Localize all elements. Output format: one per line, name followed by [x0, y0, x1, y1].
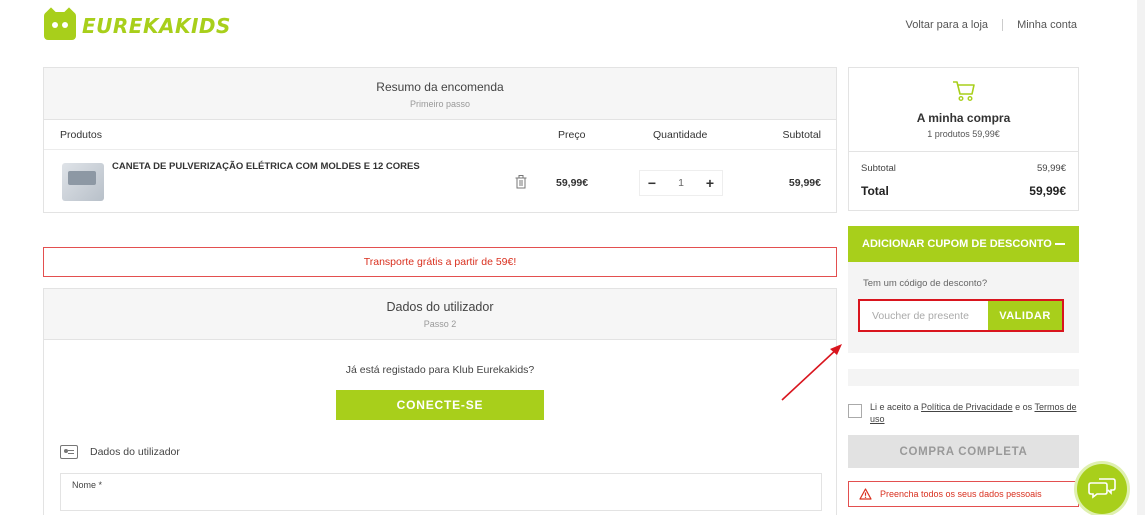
connect-button[interactable]: CONECTE-SE [336, 390, 544, 420]
top-links: Voltar para a loja Minha conta [906, 19, 1077, 31]
cart-total-line: Total 59,99€ [849, 184, 1078, 198]
user-data-panel: Dados do utilizador Passo 2 Já está regi… [43, 288, 837, 515]
name-field[interactable]: Nome * [60, 473, 822, 511]
warning-icon [859, 488, 872, 500]
coupon-question: Tem um código de desconto? [863, 278, 988, 289]
col-products: Produtos [60, 129, 103, 141]
product-price: 59,99€ [556, 177, 589, 189]
terms-text: Li e aceito a Política de Privacidade e … [870, 401, 1079, 425]
cart-subtotal-line: Subtotal 59,99€ [849, 163, 1078, 174]
logo-text: EUREKAKIDS [82, 14, 231, 38]
warning-text: Preencha todos os seus dados pessoais [880, 489, 1042, 499]
privacy-policy-link[interactable]: Política de Privacidade [921, 402, 1013, 412]
decrease-quantity-button[interactable]: − [640, 171, 664, 195]
quantity-value[interactable]: 1 [678, 177, 684, 189]
chat-button[interactable] [1077, 464, 1127, 514]
user-card-icon [60, 445, 78, 459]
chat-icon [1088, 478, 1116, 499]
divider [1002, 19, 1004, 31]
registered-question: Já está registado para Klub Eurekakids? [345, 364, 535, 376]
user-data-title: Dados do utilizador [386, 300, 494, 314]
scrollbar[interactable] [1137, 0, 1145, 515]
order-summary-header: Resumo da encomenda Primeiro passo [44, 68, 836, 120]
product-subtotal: 59,99€ [788, 177, 821, 189]
cart-summary-panel: A minha compra 1 produtos 59,99€ Subtota… [848, 67, 1079, 211]
warning-message: Preencha todos os seus dados pessoais [848, 481, 1079, 507]
order-summary-title: Resumo da encomenda [376, 80, 504, 94]
cart-subtotal-value: 59,99€ [1036, 163, 1066, 174]
increase-quantity-button[interactable]: + [698, 171, 722, 195]
col-price: Preço [558, 129, 586, 141]
user-data-section: Dados do utilizador [60, 445, 180, 459]
trash-icon[interactable] [515, 175, 527, 189]
coupon-input[interactable] [860, 301, 988, 330]
back-to-store-link[interactable]: Voltar para a loja [906, 19, 989, 31]
user-data-step: Passo 2 [423, 319, 457, 329]
order-summary-panel: Resumo da encomenda Primeiro passo Produ… [43, 67, 837, 213]
cart-summary-header: A minha compra 1 produtos 59,99€ [849, 68, 1078, 152]
my-account-link[interactable]: Minha conta [1017, 19, 1077, 31]
col-quantity: Quantidade [653, 129, 708, 141]
terms-prefix: Li e aceito a [870, 402, 922, 412]
complete-purchase-button[interactable]: COMPRA COMPLETA [848, 435, 1079, 468]
validate-button[interactable]: VALIDAR [988, 301, 1062, 330]
coupon-form: VALIDAR [858, 299, 1064, 332]
cart-subtotal-label: Subtotal [861, 163, 896, 174]
product-name[interactable]: CANETA DE PULVERIZAÇÃO ELÉTRICA COM MOLD… [112, 161, 420, 172]
logo-owl-icon [44, 7, 76, 40]
order-summary-step: Primeiro passo [409, 99, 471, 109]
annotation-arrow [781, 344, 842, 401]
cart-total-value: 59,99€ [1029, 184, 1066, 198]
cart-total-label: Total [861, 184, 889, 198]
name-label: Nome * [72, 480, 103, 490]
coupon-toggle[interactable]: ADICIONAR CUPOM DE DESCONTO [848, 226, 1079, 262]
placeholder-bar [848, 369, 1079, 386]
terms-middle: e os [1012, 402, 1035, 412]
cart-title: A minha compra [916, 111, 1011, 125]
cart-count: 1 produtos 59,99€ [927, 129, 1000, 139]
user-data-section-label: Dados do utilizador [90, 446, 180, 458]
col-subtotal: Subtotal [782, 129, 821, 141]
coupon-header-label: ADICIONAR CUPOM DE DESCONTO [862, 238, 1052, 250]
product-image[interactable] [62, 163, 104, 201]
terms-consent: Li e aceito a Política de Privacidade e … [848, 400, 1079, 425]
shipping-notice: Transporte grátis a partir de 59€! [43, 247, 837, 277]
quantity-stepper: − 1 + [639, 170, 723, 196]
coupon-panel: ADICIONAR CUPOM DE DESCONTO Tem um códig… [848, 226, 1079, 353]
terms-checkbox[interactable] [848, 404, 862, 418]
table-row: CANETA DE PULVERIZAÇÃO ELÉTRICA COM MOLD… [44, 151, 836, 213]
logo[interactable]: EUREKAKIDS [44, 7, 231, 40]
cart-icon [952, 81, 975, 102]
collapse-icon [1055, 243, 1065, 245]
user-data-header: Dados do utilizador Passo 2 [44, 289, 836, 340]
order-columns: Produtos Preço Quantidade Subtotal [44, 120, 836, 150]
